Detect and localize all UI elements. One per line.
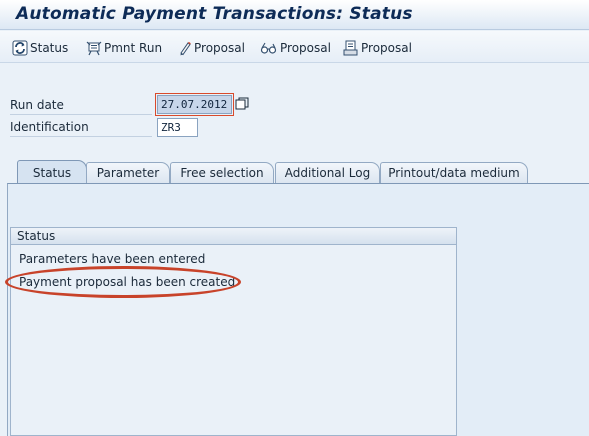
calendar-copy-icon: [235, 97, 249, 114]
display-proposal-button[interactable]: Proposal: [260, 39, 331, 57]
refresh-status-icon: [12, 40, 28, 56]
payment-run-label: Pmnt Run: [104, 41, 163, 55]
status-group-title: Status: [11, 228, 456, 245]
tab-additional-log-label: Additional Log: [284, 166, 371, 180]
tab-strip: Status Parameter Free selection Addition…: [0, 160, 589, 184]
pencil-edit-icon: [178, 40, 192, 56]
edit-proposal-button[interactable]: Proposal: [178, 39, 245, 57]
run-date-label: Run date: [10, 96, 152, 115]
edit-proposal-label: Proposal: [194, 41, 245, 55]
tab-printout-label: Printout/data medium: [388, 166, 520, 180]
display-proposal-label: Proposal: [280, 41, 331, 55]
tab-parameter[interactable]: Parameter: [86, 162, 170, 184]
calendar-picker-button[interactable]: [235, 97, 250, 112]
payment-run-button[interactable]: Pmnt Run: [86, 39, 162, 57]
status-group-box: Status Parameters have been entered Paym…: [10, 227, 457, 436]
glasses-display-icon: [260, 40, 278, 56]
payment-run-icon: [86, 40, 102, 56]
status-line-proposal: Payment proposal has been created: [19, 275, 236, 289]
tab-status[interactable]: Status: [17, 160, 87, 184]
print-proposal-button[interactable]: Proposal: [343, 39, 412, 57]
tab-printout-data-medium[interactable]: Printout/data medium: [380, 162, 528, 184]
print-proposal-label: Proposal: [361, 41, 412, 55]
title-bar: Automatic Payment Transactions: Status: [0, 0, 589, 30]
document-print-icon: [343, 40, 359, 56]
tab-free-selection-label: Free selection: [180, 166, 264, 180]
page-title: Automatic Payment Transactions: Status: [16, 4, 413, 24]
status-button[interactable]: Status: [12, 39, 68, 57]
application-toolbar: Status Pmnt Run Proposal Proposal Propos…: [0, 31, 589, 63]
status-line-parameters: Parameters have been entered: [19, 252, 206, 266]
tab-additional-log[interactable]: Additional Log: [275, 162, 380, 184]
identification-field[interactable]: ZR3: [157, 118, 198, 137]
tab-parameter-label: Parameter: [96, 166, 160, 180]
identification-label: Identification: [10, 118, 152, 137]
tab-status-label: Status: [32, 166, 72, 180]
tab-free-selection[interactable]: Free selection: [170, 162, 274, 184]
run-date-field[interactable]: 27.07.2012: [155, 93, 234, 116]
status-button-label: Status: [30, 41, 69, 55]
